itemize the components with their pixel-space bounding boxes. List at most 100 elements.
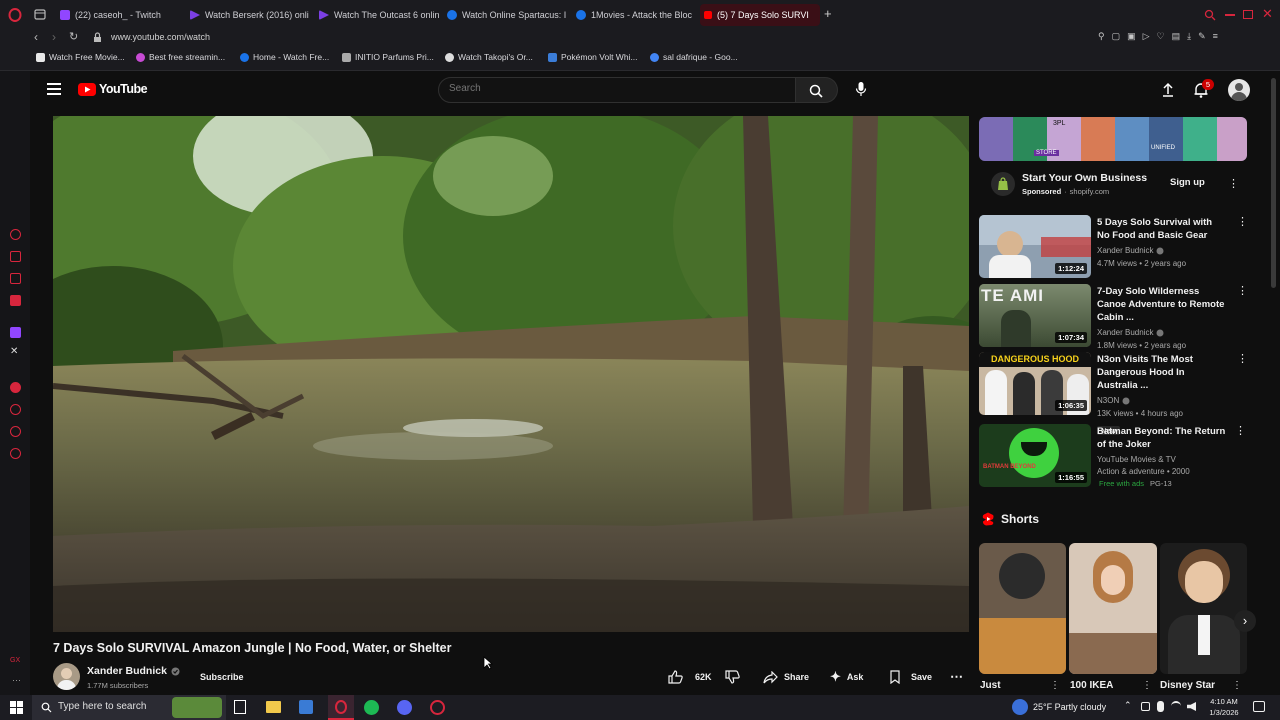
share-button[interactable]: Share (763, 665, 809, 689)
discord-icon[interactable] (397, 700, 412, 715)
network-icon[interactable] (1171, 701, 1181, 711)
browser-tab[interactable]: 1Movies - Attack the Block (572, 4, 692, 26)
reload-icon[interactable]: ↻ (69, 30, 78, 43)
windows-start-icon[interactable] (10, 701, 23, 714)
taskbar-clock[interactable]: 4:10 AM 1/3/2026 (1204, 696, 1244, 718)
channel-avatar[interactable] (53, 663, 80, 690)
bookmark-item[interactable]: Watch Takopi's Or... (445, 52, 533, 62)
sidebar-more-icon[interactable]: ⋯ (12, 675, 21, 686)
recommendation-thumbnail[interactable]: TE AMI 1:07:34 (979, 284, 1091, 347)
ad-signup-button[interactable]: Sign up (1170, 177, 1205, 188)
opera-icon[interactable] (430, 700, 445, 715)
play-icon[interactable]: ▷ (1143, 31, 1150, 45)
short-kebab-icon[interactable]: ⋮ (1050, 680, 1060, 691)
short-kebab-icon[interactable]: ⋮ (1142, 680, 1152, 691)
tray-app-icon[interactable] (1141, 702, 1150, 711)
recommendation-thumbnail[interactable]: 1:12:24 (979, 215, 1091, 278)
volume-icon[interactable] (1187, 702, 1196, 711)
youtube-logo[interactable]: YouTube (78, 82, 148, 96)
shorts-next-arrow-icon[interactable]: › (1234, 610, 1256, 632)
short-thumbnail[interactable] (979, 543, 1066, 674)
extension-icon[interactable]: ▣ (1127, 31, 1136, 45)
bookmark-item[interactable]: Best free streamin... (136, 52, 225, 62)
menu-icon[interactable]: ≡ (1213, 31, 1218, 45)
tab-manager-icon[interactable] (34, 9, 46, 20)
page-scrollbar[interactable] (1271, 78, 1276, 288)
sidebar-twitch-icon[interactable] (10, 327, 21, 338)
weather-icon[interactable] (1012, 699, 1028, 715)
browser-tab[interactable]: Watch The Outcast 6 onlin (315, 4, 443, 26)
short-title[interactable]: 100 IKEA (1070, 680, 1113, 691)
short-title[interactable]: Disney Star (1160, 680, 1215, 691)
bookmark-item[interactable]: INITIO Parfums Pri... (342, 52, 434, 62)
sidebar-settings-icon[interactable] (10, 448, 21, 459)
ai-icon[interactable]: ✎ (1198, 31, 1206, 45)
save-button[interactable]: Save (889, 665, 932, 689)
lock-icon[interactable] (93, 32, 102, 43)
sidebar-messenger-icon[interactable] (10, 251, 21, 262)
forward-icon[interactable]: › (52, 30, 56, 44)
browser-tab[interactable]: (22) caseoh_ - Twitch (56, 4, 184, 26)
sidebar-music-icon[interactable] (10, 295, 21, 306)
new-tab-plus-icon[interactable]: + (824, 7, 832, 21)
snapshot-icon[interactable]: ▢ (1112, 31, 1121, 45)
like-button[interactable]: 62K (668, 665, 712, 689)
short-thumbnail[interactable] (1069, 543, 1157, 674)
short-kebab-icon[interactable]: ⋮ (1232, 680, 1242, 691)
back-icon[interactable]: ‹ (34, 30, 38, 44)
browser-tab[interactable]: Watch Berserk (2016) onli (186, 4, 314, 26)
sidebar-history-icon[interactable] (10, 229, 21, 240)
ad-banner-image[interactable]: 3PL UNIFIED (979, 117, 1247, 161)
url-input[interactable]: www.youtube.com/watch (111, 32, 210, 42)
bookmark-item[interactable]: Pokémon Volt Whi... (548, 52, 638, 62)
more-actions-icon[interactable]: ⋯ (950, 665, 963, 689)
hamburger-menu-icon[interactable] (47, 83, 61, 95)
notification-center-icon[interactable] (1253, 701, 1265, 712)
browser-tab-active[interactable]: (5) 7 Days Solo SURVI (700, 4, 820, 26)
shopify-logo[interactable] (991, 172, 1015, 196)
short-title[interactable]: Just (980, 680, 1001, 691)
recommendation-thumbnail[interactable]: DANGEROUS HOOD 1:06:35 (979, 352, 1091, 415)
subscribe-button[interactable]: Subscribe (200, 672, 244, 682)
pin-icon[interactable]: ⚲ (1098, 31, 1105, 45)
dislike-button[interactable] (725, 665, 740, 689)
recommendation-kebab-icon[interactable]: ⋮ (1235, 424, 1246, 437)
heart-icon[interactable]: ♡ (1157, 31, 1165, 45)
sidebar-extensions-icon[interactable] (10, 426, 21, 437)
spotify-icon[interactable] (364, 700, 379, 715)
account-avatar[interactable] (1228, 79, 1250, 101)
recommendation-kebab-icon[interactable]: ⋮ (1237, 215, 1248, 228)
microphone-tray-icon[interactable] (1157, 701, 1164, 712)
maximize-icon[interactable] (1243, 10, 1253, 19)
ask-button[interactable]: ✦ Ask (830, 665, 863, 689)
sidebar-x-icon[interactable]: ✕ (10, 346, 18, 357)
opera-logo-icon[interactable] (8, 8, 22, 22)
close-window-icon[interactable]: ✕ (1262, 6, 1273, 22)
upload-icon[interactable] (1161, 82, 1175, 98)
minimize-icon[interactable] (1225, 14, 1235, 16)
tray-chevron-icon[interactable]: ⌃ (1124, 700, 1132, 711)
taskbar-opera-gx[interactable] (328, 695, 354, 720)
wallet-icon[interactable]: ▤ (1172, 31, 1181, 45)
search-box[interactable] (438, 77, 796, 103)
ad-title[interactable]: Start Your Own Business (1022, 172, 1147, 184)
task-view-icon[interactable] (234, 700, 246, 714)
recommendation-info[interactable]: Batman Beyond: The Return of the Joker Y… (1097, 425, 1227, 490)
bookmark-item[interactable]: sal dafrique - Goo... (650, 52, 738, 62)
bookmark-item[interactable]: Watch Free Movie... (36, 52, 125, 62)
sidebar-pinboard-icon[interactable] (10, 273, 21, 284)
taskbar-search-box[interactable]: Type here to search (32, 695, 226, 720)
microphone-icon[interactable] (855, 81, 867, 98)
search-tabs-icon[interactable] (1204, 9, 1216, 21)
search-button[interactable] (796, 77, 838, 103)
recommendation-info[interactable]: 7-Day Solo Wilderness Canoe Adventure to… (1097, 285, 1227, 352)
sidebar-gx-icon[interactable]: GX (10, 657, 20, 664)
download-icon[interactable]: ⤓ (1187, 31, 1191, 45)
bookmark-item[interactable]: Home - Watch Fre... (240, 52, 329, 62)
sidebar-clock-icon[interactable] (10, 404, 21, 415)
search-input[interactable] (449, 83, 779, 94)
video-player[interactable] (53, 116, 969, 632)
microsoft-store-icon[interactable] (299, 700, 313, 714)
file-explorer-icon[interactable] (266, 701, 281, 713)
recommendation-kebab-icon[interactable]: ⋮ (1237, 284, 1248, 297)
